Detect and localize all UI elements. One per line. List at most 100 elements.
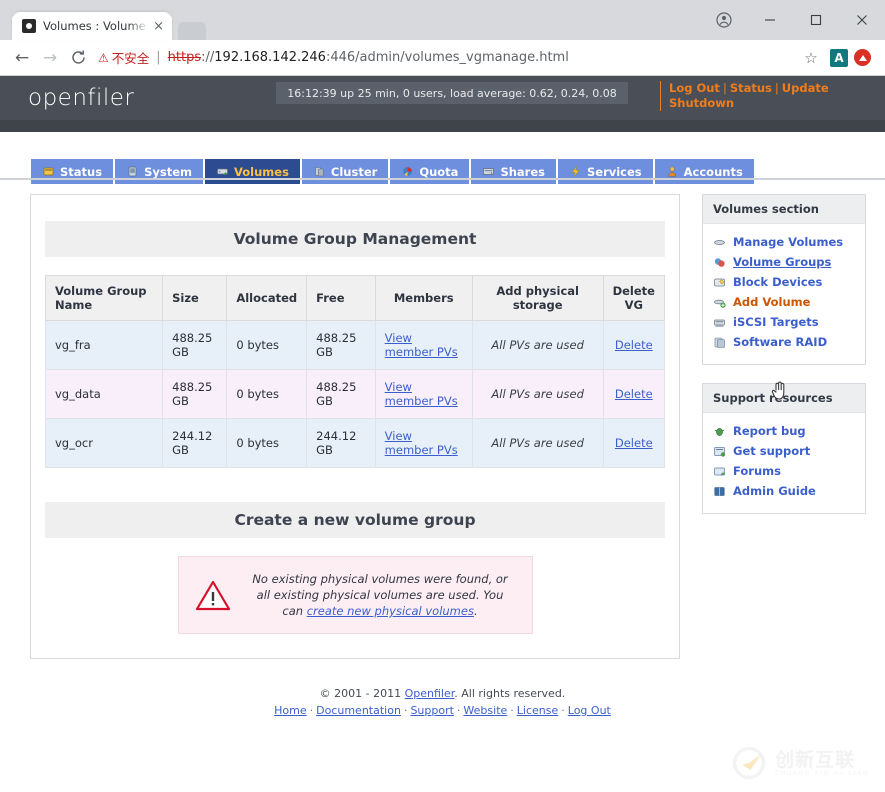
cell-members: View member PVs (375, 419, 472, 468)
guide-icon (713, 485, 726, 498)
table-row: vg_data 488.25 GB 0 bytes 488.25 GB View… (46, 370, 665, 419)
sidebar-item-admin-guide[interactable]: Admin Guide (713, 481, 855, 501)
footer-link-license[interactable]: License (517, 704, 558, 717)
window-controls (701, 0, 885, 40)
footer-sep: · (310, 704, 314, 717)
delete-vg-link[interactable]: Delete (615, 338, 653, 352)
footer-link-support[interactable]: Support (410, 704, 453, 717)
nav-tab-label: Status (60, 165, 102, 179)
view-member-pvs-link[interactable]: View member PVs (385, 429, 458, 457)
system-icon (126, 165, 139, 178)
nav-tab-cluster[interactable]: Cluster (301, 158, 389, 184)
sidebar-item-label: Volume Groups (733, 255, 831, 269)
copyright-after: . All rights reserved. (454, 687, 565, 700)
logout-link[interactable]: Log Out (669, 81, 720, 95)
sidebar-item-volume-groups[interactable]: Volume Groups (713, 252, 855, 272)
footer-link-logout[interactable]: Log Out (568, 704, 611, 717)
close-window-button[interactable] (839, 0, 885, 40)
shares-icon (482, 165, 495, 178)
sidebar-item-block-devices[interactable]: Block Devices (713, 272, 855, 292)
support-section-list: Report bug Get support Forums Ad (703, 413, 865, 503)
sidebar-item-add-volume[interactable]: Add Volume (713, 292, 855, 312)
page-title: Volume Group Management (45, 221, 665, 257)
cell-vg-name: vg_ocr (46, 419, 163, 468)
cell-add-storage: All PVs are used (472, 419, 603, 468)
browser-tabstrip: Volumes : Volume Gro × (0, 0, 885, 40)
volumes-section-heading: Volumes section (703, 195, 865, 224)
maximize-button[interactable] (793, 0, 839, 40)
volumes-section-list: Manage Volumes Volume Groups Block Devic… (703, 224, 865, 354)
cell-members: View member PVs (375, 321, 472, 370)
nav-tab-accounts[interactable]: Accounts (654, 158, 755, 184)
nav-tab-services[interactable]: Services (557, 158, 654, 184)
warning-text: No existing physical volumes were found,… (245, 571, 516, 619)
cluster-icon (313, 165, 326, 178)
support-icon (713, 445, 726, 458)
quota-icon (401, 165, 414, 178)
nav-tab-volumes[interactable]: Volumes (204, 158, 301, 184)
openfiler-link[interactable]: Openfiler (405, 687, 455, 700)
extension-a-icon[interactable]: A (830, 49, 848, 67)
new-tab-button[interactable] (178, 22, 206, 40)
watermark-logo-icon (732, 746, 766, 780)
watermark-cn-text: 创新互联 (775, 750, 869, 770)
delete-vg-link[interactable]: Delete (615, 436, 653, 450)
view-member-pvs-link[interactable]: View member PVs (385, 331, 458, 359)
back-button[interactable]: ← (8, 44, 36, 72)
forward-button[interactable]: → (36, 44, 64, 72)
link-sep-1: | (723, 81, 727, 95)
nav-tab-system[interactable]: System (114, 158, 204, 184)
reload-icon[interactable] (64, 44, 92, 72)
nav-baseline (0, 178, 885, 180)
sidebar-item-manage-volumes[interactable]: Manage Volumes (713, 232, 855, 252)
bookmark-star-icon[interactable]: ☆ (798, 49, 824, 67)
iscsi-target-icon (713, 316, 726, 329)
not-secure-badge[interactable]: ⚠ 不安全 (98, 48, 149, 67)
url-host: 192.168.142.246 (214, 50, 326, 65)
bug-icon (713, 425, 726, 438)
profile-icon[interactable] (701, 0, 747, 40)
th-delete-vg: Delete VG (603, 276, 664, 321)
close-tab-icon[interactable]: × (153, 20, 164, 33)
cell-allocated: 0 bytes (227, 419, 307, 468)
cell-members: View member PVs (375, 370, 472, 419)
sidebar-item-forums[interactable]: Forums (713, 461, 855, 481)
browser-tab-title: Volumes : Volume Gro (43, 19, 149, 33)
warning-triangle-icon: ⚠ (98, 51, 109, 65)
omnibox-divider: | (156, 50, 160, 65)
cell-allocated: 0 bytes (227, 370, 307, 419)
sidebar-item-label: Software RAID (733, 335, 827, 349)
sidebar-item-label: Forums (733, 464, 781, 478)
header-links: Log Out|Status|Update Shutdown (660, 81, 875, 111)
update-link[interactable]: Update (782, 81, 829, 95)
footer-link-documentation[interactable]: Documentation (316, 704, 401, 717)
sidebar-item-get-support[interactable]: Get support (713, 441, 855, 461)
shutdown-link[interactable]: Shutdown (669, 96, 734, 110)
not-secure-label: 不安全 (112, 48, 150, 67)
footer-link-home[interactable]: Home (274, 704, 306, 717)
footer-link-website[interactable]: Website (463, 704, 507, 717)
url-path: :446/admin/volumes_vgmanage.html (326, 50, 569, 65)
extension-upload-icon[interactable] (854, 49, 871, 66)
status-link[interactable]: Status (730, 81, 772, 95)
minimize-button[interactable] (747, 0, 793, 40)
nav-tab-quota[interactable]: Quota (389, 158, 470, 184)
cell-free: 488.25 GB (307, 321, 376, 370)
sidebar-item-software-raid[interactable]: Software RAID (713, 332, 855, 352)
cell-delete: Delete (603, 370, 664, 419)
nav-tab-status[interactable]: Status (30, 158, 114, 184)
cell-free: 244.12 GB (307, 419, 376, 468)
main-nav-wrap: Status System Volumes Cluster Quota (0, 132, 885, 180)
sidebar-item-iscsi-targets[interactable]: iSCSI Targets (713, 312, 855, 332)
delete-vg-link[interactable]: Delete (615, 387, 653, 401)
browser-tab[interactable]: Volumes : Volume Gro × (12, 12, 172, 40)
create-new-physical-volumes-link[interactable]: create new physical volumes (307, 604, 474, 618)
sidebar-item-label: Admin Guide (733, 484, 816, 498)
header-underbar (0, 120, 885, 132)
cell-delete: Delete (603, 321, 664, 370)
address-bar[interactable]: ⚠ 不安全 | https://192.168.142.246:446/admi… (98, 45, 794, 71)
sidebar-item-report-bug[interactable]: Report bug (713, 421, 855, 441)
nav-tab-shares[interactable]: Shares (470, 158, 557, 184)
view-member-pvs-link[interactable]: View member PVs (385, 380, 458, 408)
th-size: Size (163, 276, 227, 321)
